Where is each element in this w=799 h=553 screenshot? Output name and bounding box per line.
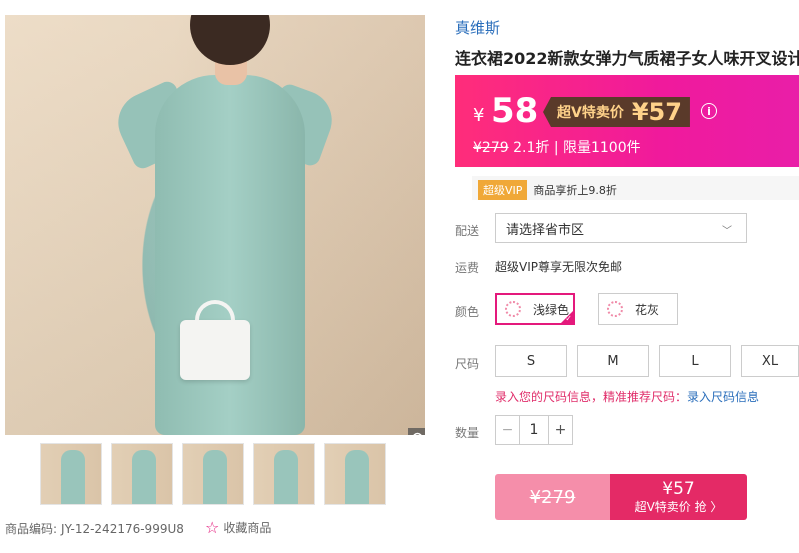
thumbnail[interactable] <box>40 443 102 505</box>
increment-button[interactable]: + <box>548 416 572 444</box>
thumbnail[interactable] <box>324 443 386 505</box>
brand-link[interactable]: 真维斯 <box>455 17 500 38</box>
vip-price-value: ¥57 <box>631 98 682 126</box>
region-placeholder: 请选择省市区 <box>506 222 585 238</box>
original-price: ¥279 <box>473 140 509 156</box>
favorite-label: 收藏商品 <box>223 521 272 535</box>
check-icon: ✓ <box>565 314 572 323</box>
vip-buy-label: 超V特卖价 抢 〉 <box>634 500 723 514</box>
sku-value: JY-12-242176-999U8 <box>61 521 184 536</box>
current-price: 58 <box>491 91 539 131</box>
vip-buy-button[interactable]: ¥57 超V特卖价 抢 〉 <box>610 474 747 520</box>
size-option-xl[interactable]: XL <box>741 345 799 377</box>
size-option-l[interactable]: L <box>659 345 731 377</box>
size-label: 尺码 <box>455 357 480 371</box>
handbag <box>180 320 250 380</box>
swatch-icon <box>505 301 521 317</box>
sku-label: 商品编码: <box>5 522 58 536</box>
swatch-icon <box>607 301 623 317</box>
price-subline: ¥279 2.1折 | 限量1100件 <box>473 137 641 157</box>
thumbnail[interactable] <box>253 443 315 505</box>
freight-label: 运费 <box>455 261 480 275</box>
color-option-light-green[interactable]: 浅绿色 ✓ <box>495 293 575 325</box>
price-band: ¥ 58 超V特卖价 ¥57 i ¥279 2.1折 | 限量1100件 <box>455 75 799 167</box>
size-option-s[interactable]: S <box>495 345 567 377</box>
currency-symbol: ¥ <box>473 105 485 126</box>
thumbnail[interactable] <box>111 443 173 505</box>
size-hint-text: 录入您的尺码信息，精准推荐尺码： <box>495 390 688 404</box>
discount-rate: 2.1折 <box>513 140 550 156</box>
color-option-label: 花灰 <box>635 302 660 317</box>
size-entry-link[interactable]: 录入尺码信息 <box>687 390 759 404</box>
thumbnail[interactable] <box>182 443 244 505</box>
quantity-label: 数量 <box>455 426 480 440</box>
info-icon[interactable]: i <box>701 103 717 119</box>
color-label: 颜色 <box>455 305 480 319</box>
vip-price-tag: 超V特卖价 ¥57 <box>543 97 690 127</box>
size-hint: 录入您的尺码信息，精准推荐尺码：录入尺码信息 <box>495 388 759 405</box>
separator: | <box>553 140 559 156</box>
super-vip-badge: 超级VIP <box>478 180 528 200</box>
product-title: 连衣裙2022新款女弹力气质裙子女人味开叉设计 <box>455 49 799 68</box>
decrement-button[interactable]: − <box>496 416 520 444</box>
thumbnail-strip <box>40 443 386 505</box>
shipping-label: 配送 <box>455 224 480 238</box>
sku-code: 商品编码: JY-12-242176-999U8 <box>5 520 184 537</box>
vip-price-label: 超V特卖价 <box>557 105 624 121</box>
quantity-stepper: − 1 + <box>495 415 573 445</box>
original-price-button[interactable]: ¥279 <box>495 474 610 520</box>
zoom-icon[interactable] <box>408 428 425 435</box>
favorite-button[interactable]: ☆ 收藏商品 <box>205 518 271 537</box>
vip-discount-row: 超级VIP 商品享折上9.8折 <box>478 180 617 200</box>
dress-illustration <box>155 75 305 435</box>
size-option-m[interactable]: M <box>577 345 649 377</box>
product-main-image[interactable] <box>5 15 425 435</box>
vip-discount-text: 商品享折上9.8折 <box>533 184 617 197</box>
vip-buy-price: ¥57 <box>662 479 695 499</box>
stock-limit: 限量1100件 <box>562 140 641 156</box>
color-option-grey[interactable]: 花灰 <box>598 293 678 325</box>
region-select[interactable]: 请选择省市区 ﹀ <box>495 213 747 243</box>
chevron-down-icon: ﹀ <box>722 226 732 237</box>
star-icon: ☆ <box>205 518 220 537</box>
quantity-value[interactable]: 1 <box>520 416 548 444</box>
freight-text: 超级VIP尊享无限次免邮 <box>495 260 622 274</box>
